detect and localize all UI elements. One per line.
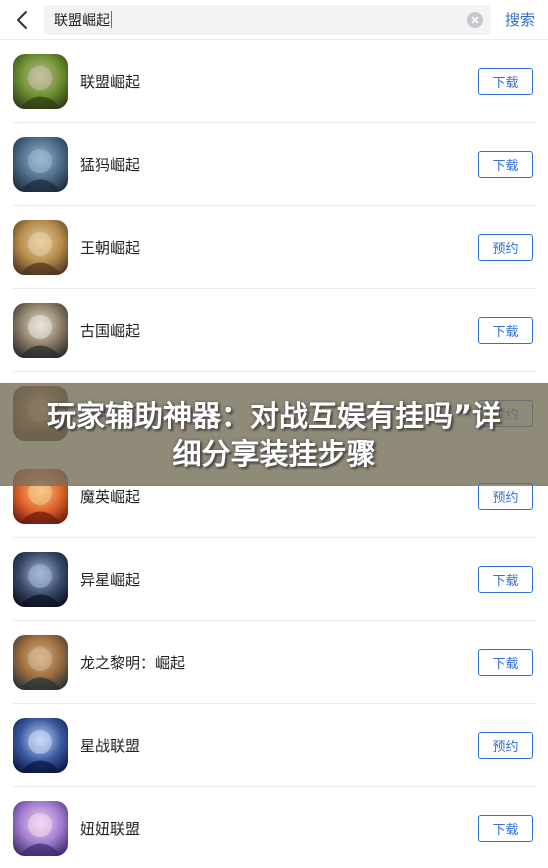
- close-icon: [471, 15, 479, 24]
- clear-search-button[interactable]: [467, 11, 483, 28]
- list-item[interactable]: 联盟崛起 下载: [0, 40, 548, 123]
- anime-girls-icon[interactable]: [13, 801, 68, 856]
- app-name: 龙之黎明：崛起: [80, 654, 186, 672]
- reserve-button[interactable]: 预约: [478, 234, 533, 261]
- reserve-button[interactable]: 预约: [478, 732, 533, 759]
- app-name: 联盟崛起: [80, 73, 141, 91]
- download-button[interactable]: 下载: [478, 649, 533, 676]
- overlay-banner: 玩家辅助神器：对战互娱有挂吗”详细分享装挂步骤: [0, 383, 548, 486]
- search-box[interactable]: 联盟崛起: [44, 4, 491, 35]
- app-name: 王朝崛起: [80, 239, 141, 257]
- search-input[interactable]: 联盟崛起: [54, 10, 110, 30]
- list-item[interactable]: 妞妞联盟 下载: [0, 787, 548, 868]
- overlay-title: 玩家辅助神器：对战互娱有挂吗”详细分享装挂步骤: [46, 398, 502, 471]
- armored-mammoth-icon[interactable]: [13, 137, 68, 192]
- list-item[interactable]: 星战联盟 预约: [0, 704, 548, 787]
- list-item[interactable]: 古国崛起 下载: [0, 289, 548, 372]
- mech-ship-icon[interactable]: [13, 718, 68, 773]
- reserve-button[interactable]: 预约: [478, 483, 533, 510]
- list-item[interactable]: 猛犸崛起 下载: [0, 123, 548, 206]
- text-cursor: [111, 11, 112, 28]
- app-name: 星战联盟: [80, 737, 141, 755]
- download-button[interactable]: 下载: [478, 317, 533, 344]
- spaceship-icon[interactable]: [13, 552, 68, 607]
- list-item[interactable]: 异星崛起 下载: [0, 538, 548, 621]
- top-bar: 联盟崛起 搜索: [0, 0, 548, 40]
- green-orc-warrior-icon[interactable]: [13, 54, 68, 109]
- search-button[interactable]: 搜索: [505, 9, 535, 30]
- app-name: 妞妞联盟: [80, 820, 141, 838]
- ancient-general-icon[interactable]: [13, 303, 68, 358]
- download-button[interactable]: 下载: [478, 68, 533, 95]
- list-item[interactable]: 王朝崛起 预约: [0, 206, 548, 289]
- list-item[interactable]: 龙之黎明：崛起 下载: [0, 621, 548, 704]
- app-name: 异星崛起: [80, 571, 141, 589]
- chevron-left-icon: [17, 10, 27, 29]
- app-name: 魔英崛起: [80, 488, 141, 506]
- download-button[interactable]: 下载: [478, 151, 533, 178]
- horse-rider-icon[interactable]: [13, 220, 68, 275]
- dragon-warrior-icon[interactable]: [13, 635, 68, 690]
- back-button[interactable]: [0, 0, 44, 40]
- app-name: 古国崛起: [80, 322, 141, 340]
- download-button[interactable]: 下载: [478, 566, 533, 593]
- app-name: 猛犸崛起: [80, 156, 141, 174]
- download-button[interactable]: 下载: [478, 815, 533, 842]
